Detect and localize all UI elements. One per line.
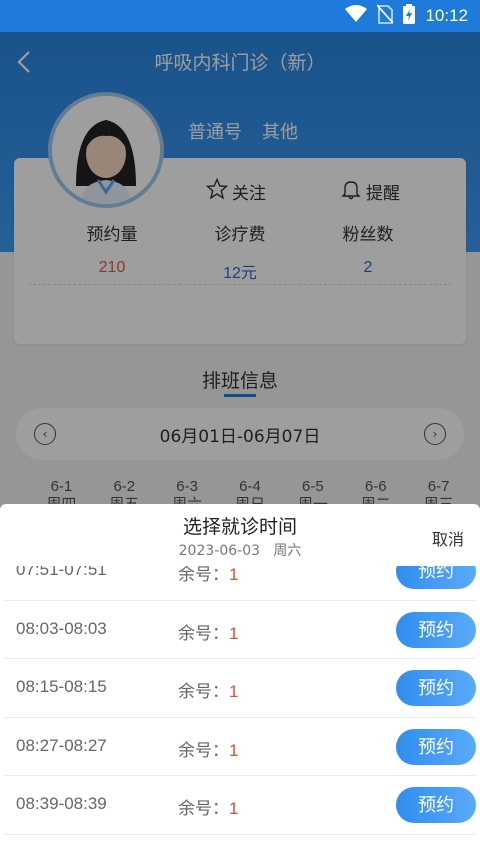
- remaining-count: 1: [229, 566, 239, 584]
- slot-time: 07:51-07:51: [16, 566, 107, 579]
- remaining-count: 1: [229, 682, 239, 701]
- slot-time: 08:27-08:27: [16, 735, 107, 755]
- time-slot-list[interactable]: 07:51-07:51 余号：1 预约 08:03-08:03 余号：1 预约 …: [0, 566, 480, 853]
- time-slot-row: 08:15-08:15 余号：1 预约: [4, 659, 476, 718]
- book-button[interactable]: 预约: [396, 787, 476, 823]
- time-slot-row: 07:51-07:51 余号：1 预约: [4, 566, 476, 601]
- cancel-button[interactable]: 取消: [432, 526, 464, 550]
- status-time: 10:12: [425, 6, 468, 25]
- sheet-date: 2023-06-03 周六: [178, 543, 302, 559]
- time-slot-row: 08:03-08:03 余号：1 预约: [4, 601, 476, 659]
- remaining-label: 余号：: [178, 623, 229, 644]
- remaining-label: 余号：: [178, 740, 229, 761]
- book-button[interactable]: 预约: [396, 566, 476, 589]
- time-picker-sheet: 选择就诊时间 2023-06-03 周六 取消 07:51-07:51 余号：1…: [0, 504, 480, 853]
- remaining-count: 1: [229, 740, 239, 760]
- remaining-label: 余号：: [178, 566, 229, 585]
- book-button[interactable]: 预约: [396, 611, 476, 648]
- remaining-label: 余号：: [178, 682, 229, 702]
- time-slot-row: 08:27-08:27 余号：1 预约: [4, 718, 476, 776]
- slot-remaining: 余号：1: [178, 619, 238, 644]
- slot-remaining: 余号：1: [178, 794, 238, 819]
- no-sim-icon: [376, 4, 395, 28]
- wifi-icon: [345, 5, 368, 27]
- remaining-label: 余号：: [178, 799, 229, 819]
- battery-icon: [403, 4, 416, 28]
- time-slot-row: 08:39-08:39 余号：1 预约: [4, 776, 476, 835]
- remaining-count: 1: [229, 799, 239, 818]
- slot-remaining: 余号：1: [178, 566, 238, 585]
- status-bar: 10:12: [0, 0, 480, 32]
- remaining-count: 1: [229, 623, 239, 643]
- slot-time: 08:39-08:39: [16, 794, 107, 813]
- book-button[interactable]: 预约: [396, 670, 476, 706]
- sheet-title: 选择就诊时间: [182, 516, 297, 538]
- slot-time: 08:15-08:15: [16, 677, 107, 696]
- slot-time: 08:03-08:03: [16, 618, 107, 638]
- book-button[interactable]: 预约: [396, 728, 476, 765]
- slot-remaining: 余号：1: [178, 677, 238, 702]
- slot-remaining: 余号：1: [178, 736, 238, 761]
